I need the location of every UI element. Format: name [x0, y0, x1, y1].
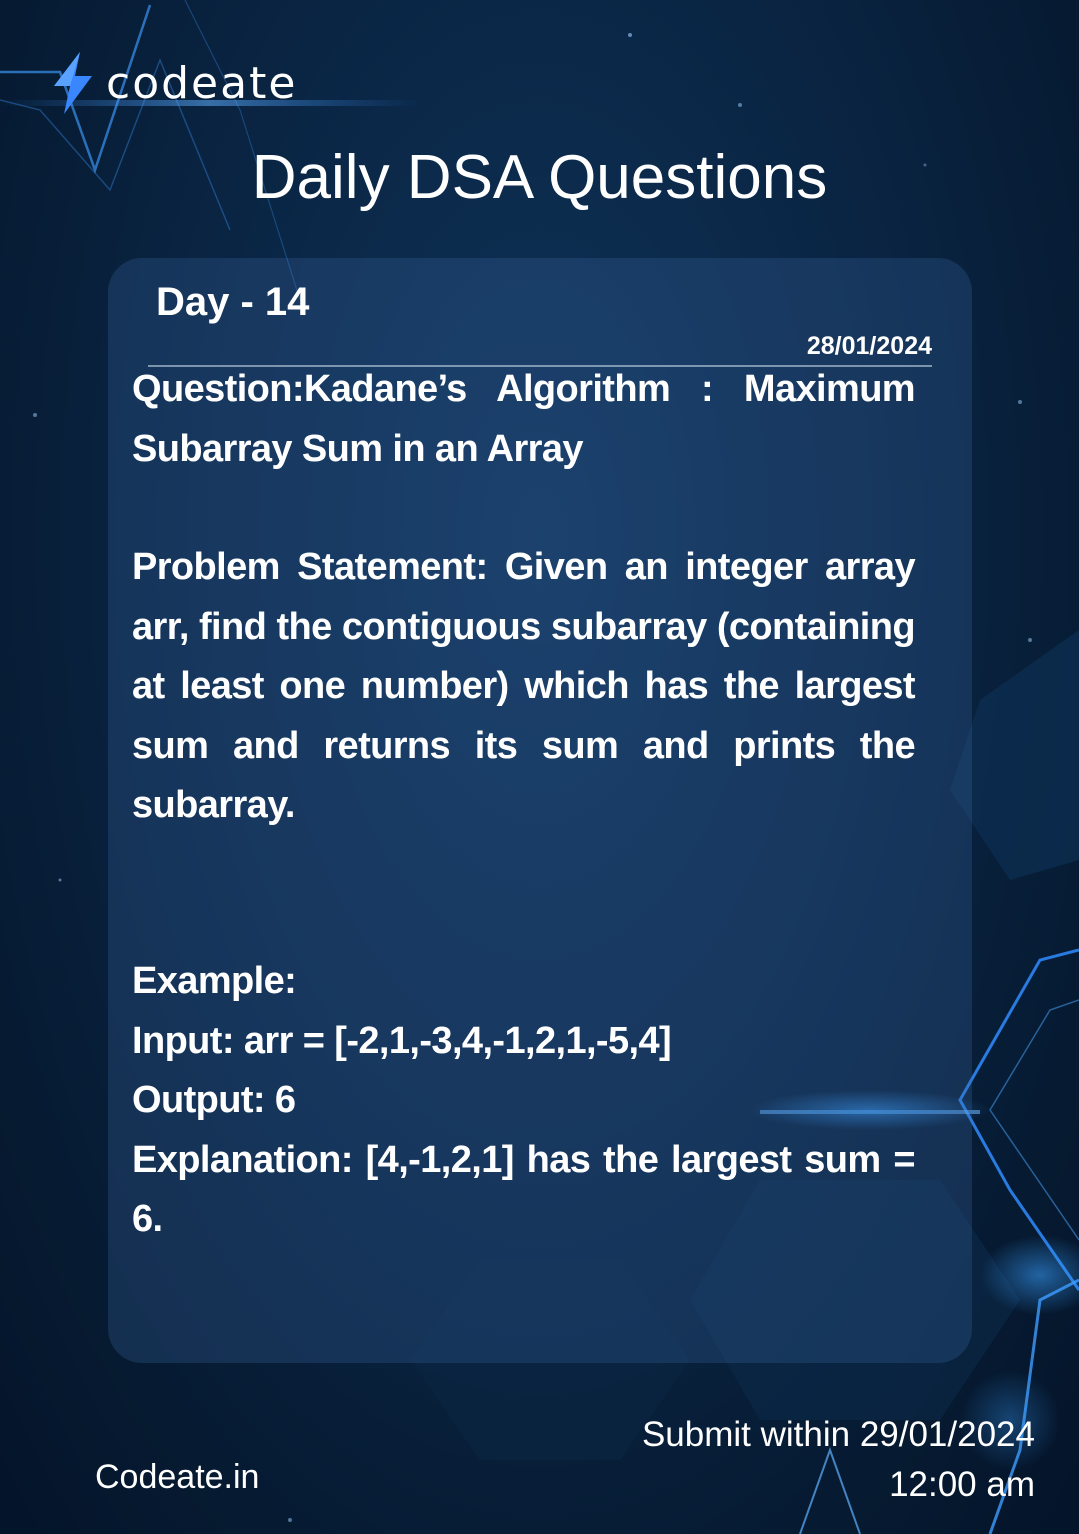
example-output: Output: 6 [132, 1079, 296, 1121]
question-date: 28/01/2024 [806, 332, 932, 360]
page-title: Daily DSA Questions [251, 143, 828, 212]
example-explanation: Explanation: [4,-1,2,1] has the largest … [132, 1138, 916, 1241]
website-label: Codeate.in [95, 1458, 260, 1496]
example-input: Input: arr = [-2,1,-3,4,-1,2,1,-5,4] [132, 1019, 672, 1062]
example-section: Example: Input: arr = [-2,1,-3,4,-1,2,1,… [132, 952, 916, 1250]
submit-time: 12:00 am [889, 1465, 1035, 1504]
question-card: Day - 14 28/01/2024 Question:Kadane’s Al… [108, 258, 972, 1363]
submit-line: Submit within 29/01/2024 [641, 1415, 1035, 1454]
question-title: Question:Kadane’s Algorithm : Maximum Su… [132, 368, 916, 470]
problem-statement: Problem Statement: Given an integer arra… [132, 546, 916, 826]
lightning-bolt-icon [54, 52, 92, 114]
submission-deadline: Submit within 29/01/2024 12:00 am [642, 1410, 1035, 1510]
day-label: Day - 14 [156, 280, 310, 324]
brand-name: codeate [106, 57, 298, 109]
example-heading: Example: [132, 960, 297, 1002]
brand-logo: codeate [50, 50, 297, 116]
